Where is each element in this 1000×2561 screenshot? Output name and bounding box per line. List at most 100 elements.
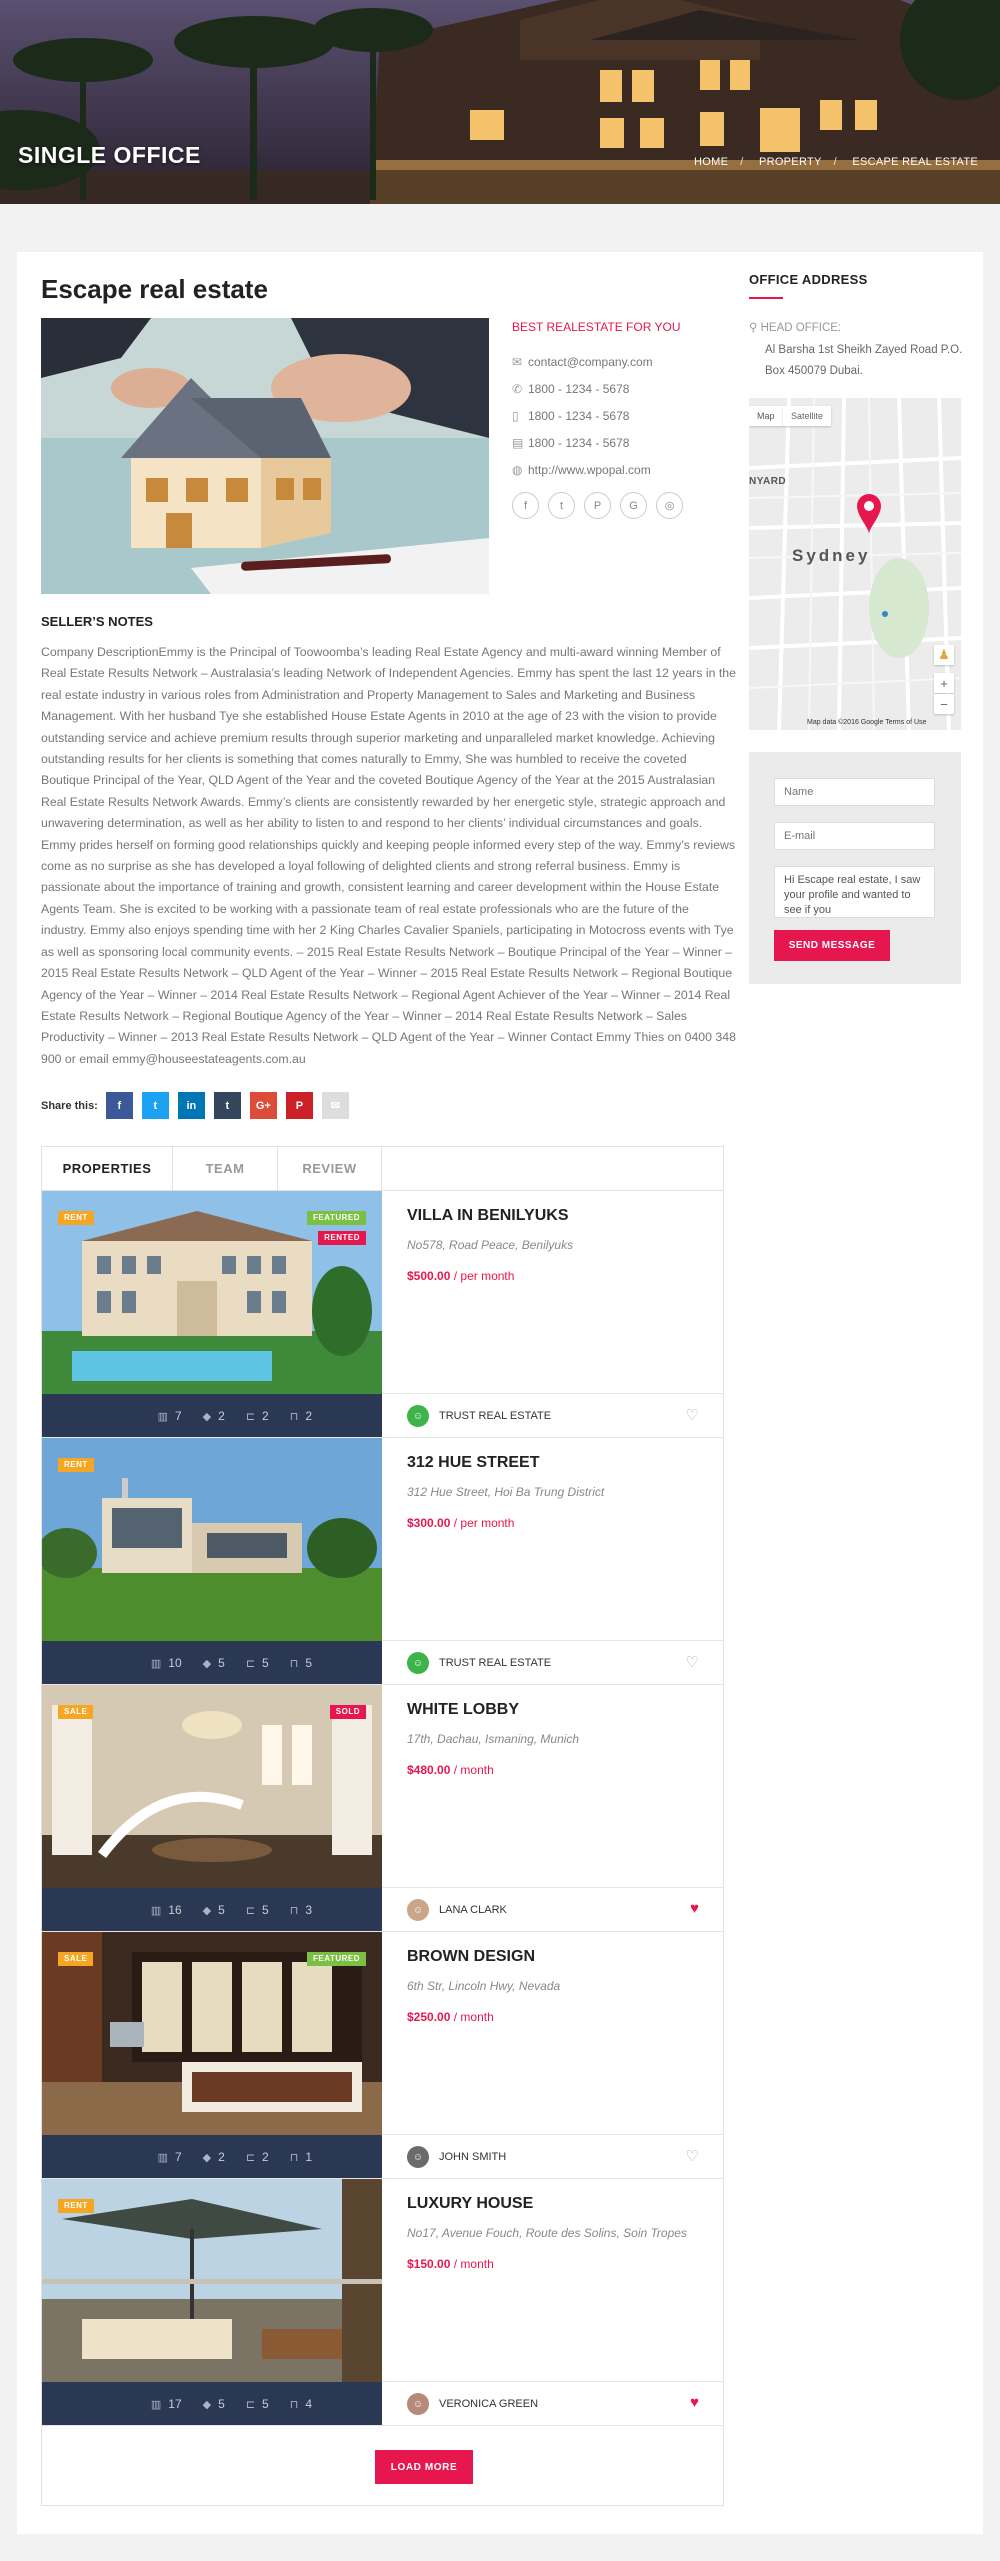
stat-baths: ◆ 5 <box>203 1656 225 1670</box>
instagram-icon[interactable]: ◎ <box>656 492 683 519</box>
avatar[interactable]: ☺ <box>407 2146 429 2168</box>
stat-baths: ◆ 2 <box>203 2150 225 2164</box>
avatar[interactable]: ☺ <box>407 1899 429 1921</box>
property-title[interactable]: BROWN DESIGN <box>407 1948 535 1966</box>
rented-badge: RENTED <box>318 1231 366 1245</box>
map-city-label: Sydney <box>792 546 871 565</box>
property-card[interactable]: RENT ▥ 10 ◆ 5 ⊏ 5 ⊓ 5 312 HUE STREET 312 Hue Stree… <box>42 1438 723 1685</box>
twitter-icon[interactable]: t <box>548 492 575 519</box>
breadcrumb: HOME / PROPERTY / ESCAPE REAL ESTATE <box>694 156 978 168</box>
agent-name[interactable]: JOHN SMITH <box>439 2151 506 2163</box>
stat-beds: ⊏ 5 <box>246 2397 269 2411</box>
zoom-out-button[interactable]: − <box>934 694 954 714</box>
bed-icon: ⊏ <box>245 1657 256 1670</box>
property-title[interactable]: LUXURY HOUSE <box>407 2195 533 2213</box>
office-contact: BEST REALESTATE FOR YOU ✉ contact@company… <box>512 320 732 519</box>
map-footer: Map data ©2016 Google Terms of Use <box>807 719 927 726</box>
load-more-button[interactable]: LOAD MORE <box>375 2450 473 2484</box>
heart-icon[interactable]: ♥ <box>690 2394 699 2411</box>
pinterest-icon[interactable]: P <box>584 492 611 519</box>
avatar[interactable]: ☺ <box>407 1405 429 1427</box>
tab-properties[interactable]: PROPERTIES <box>42 1147 173 1190</box>
send-message-button[interactable]: SEND MESSAGE <box>774 930 890 961</box>
property-card[interactable]: RENT ▥ 17 ◆ 5 ⊏ 5 ⊓ 4 LUXURY HOUSE No17, Avenue Fo… <box>42 2179 723 2426</box>
twitter-icon[interactable]: t <box>141 1092 169 1119</box>
property-photo[interactable]: SALE FEATURED <box>42 1932 382 2135</box>
sellers-notes-text: Company DescriptionEmmy is the Principal… <box>41 645 736 1066</box>
property-card[interactable]: RENT FEATURED RENTED ▥ 7 ◆ 2 ⊏ 2 ⊓ 2 VILLA IN BENIL… <box>42 1191 723 1438</box>
property-title[interactable]: 312 HUE STREET <box>407 1454 539 1472</box>
property-agent: ☺ VERONICA GREEN ♥ <box>382 2382 723 2426</box>
agent-name[interactable]: TRUST REAL ESTATE <box>439 1657 551 1669</box>
stat-value: 5 <box>218 2397 225 2411</box>
phone-icon: ✆ <box>512 381 523 396</box>
property-photo[interactable]: RENT <box>42 1438 382 1641</box>
property-photo[interactable]: RENT <box>42 2179 382 2382</box>
property-title[interactable]: VILLA IN BENILYUKS <box>407 1207 569 1225</box>
property-address: 6th Str, Lincoln Hwy, Nevada <box>407 1979 561 1993</box>
message-input[interactable]: Hi Escape real estate, I saw your profil… <box>774 866 935 918</box>
heart-icon[interactable]: ♡ <box>686 2147 699 2165</box>
facebook-icon[interactable]: f <box>105 1092 133 1119</box>
heart-icon[interactable]: ♥ <box>690 1900 699 1917</box>
linkedin-icon[interactable]: in <box>177 1092 205 1119</box>
name-input[interactable] <box>774 778 935 806</box>
heart-icon[interactable]: ♡ <box>686 1653 699 1671</box>
property-photo[interactable]: RENT FEATURED RENTED <box>42 1191 382 1394</box>
property-stats: ▥ 10 ◆ 5 ⊏ 5 ⊓ 5 <box>42 1641 382 1685</box>
avatar[interactable]: ☺ <box>407 1652 429 1674</box>
divider <box>42 2425 723 2426</box>
breadcrumb-property[interactable]: PROPERTY <box>759 156 822 168</box>
agent-name[interactable]: VERONICA GREEN <box>439 2398 538 2410</box>
property-address: No578, Road Peace, Benilyuks <box>407 1238 574 1252</box>
google-icon[interactable]: G <box>620 492 647 519</box>
property-title[interactable]: WHITE LOBBY <box>407 1701 519 1719</box>
breadcrumb-home[interactable]: HOME <box>694 156 728 168</box>
bed-icon: ⊏ <box>245 1410 256 1423</box>
email-input[interactable] <box>774 822 935 850</box>
price-period: / per month <box>453 1269 515 1283</box>
office-tagline: BEST REALESTATE FOR YOU <box>512 320 681 334</box>
map-tab-satellite[interactable]: Satellite <box>783 406 832 426</box>
stat-baths: ◆ 5 <box>203 1903 225 1917</box>
stat-value: 7 <box>174 2150 182 2164</box>
stat-value: 5 <box>262 2397 269 2411</box>
property-card[interactable]: SALE FEATURED ▥ 7 ◆ 2 ⊏ 2 ⊓ 1 BROWN DESIGN 6th Str,… <box>42 1932 723 2179</box>
office-map[interactable]: Map Satellite NYARD Sydney ♟ + − Map dat… <box>749 398 961 730</box>
property-card[interactable]: SALE SOLD ▥ 16 ◆ 5 ⊏ 5 ⊓ 3 WHITE LOBBY 17th, Dachau… <box>42 1685 723 1932</box>
email-icon[interactable]: ✉ <box>321 1092 349 1119</box>
stat-value: 3 <box>305 1903 312 1917</box>
stat-garages: ⊓ 5 <box>290 1656 312 1670</box>
property-stats: ▥ 7 ◆ 2 ⊏ 2 ⊓ 2 <box>42 1394 382 1438</box>
agent-name[interactable]: TRUST REAL ESTATE <box>439 1410 551 1422</box>
share-label: Share this: <box>41 1099 98 1112</box>
status-badge: RENT <box>58 1458 94 1472</box>
contact-website[interactable]: http://www.wpopal.com <box>528 463 651 477</box>
facebook-icon[interactable]: f <box>512 492 539 519</box>
pegman-icon[interactable]: ♟ <box>934 645 954 665</box>
contact-email[interactable]: contact@company.com <box>528 355 653 369</box>
tumblr-icon[interactable]: t <box>213 1092 241 1119</box>
map-tab-map[interactable]: Map <box>749 406 783 426</box>
stat-value: 5 <box>218 1903 225 1917</box>
price-value: $480.00 <box>407 1763 451 1777</box>
contact-mobile[interactable]: 1800 - 1234 - 5678 <box>528 409 629 423</box>
status-badge: RENT <box>58 1211 94 1225</box>
property-agent: ☺ TRUST REAL ESTATE ♡ <box>382 1394 723 1438</box>
stat-value: 7 <box>174 1409 182 1423</box>
heart-icon[interactable]: ♡ <box>686 1406 699 1424</box>
tab-review[interactable]: REVIEW <box>278 1147 382 1190</box>
agent-name[interactable]: LANA CLARK <box>439 1904 507 1916</box>
property-address: No17, Avenue Fouch, Route des Solins, So… <box>407 2226 687 2240</box>
contact-phone[interactable]: 1800 - 1234 - 5678 <box>528 382 629 396</box>
stat-value: 1 <box>305 2150 312 2164</box>
property-photo[interactable]: SALE SOLD <box>42 1685 382 1888</box>
tab-team[interactable]: TEAM <box>173 1147 278 1190</box>
googleplus-icon[interactable]: G+ <box>249 1092 277 1119</box>
property-price: $500.00 / per month <box>407 1269 514 1283</box>
zoom-in-button[interactable]: + <box>934 673 954 693</box>
avatar[interactable]: ☺ <box>407 2393 429 2415</box>
pinterest-icon[interactable]: P <box>285 1092 313 1119</box>
page-hero: SINGLE OFFICE HOME / PROPERTY / ESCAPE REA… <box>0 0 1000 204</box>
car-icon: ⊓ <box>289 1657 299 1670</box>
